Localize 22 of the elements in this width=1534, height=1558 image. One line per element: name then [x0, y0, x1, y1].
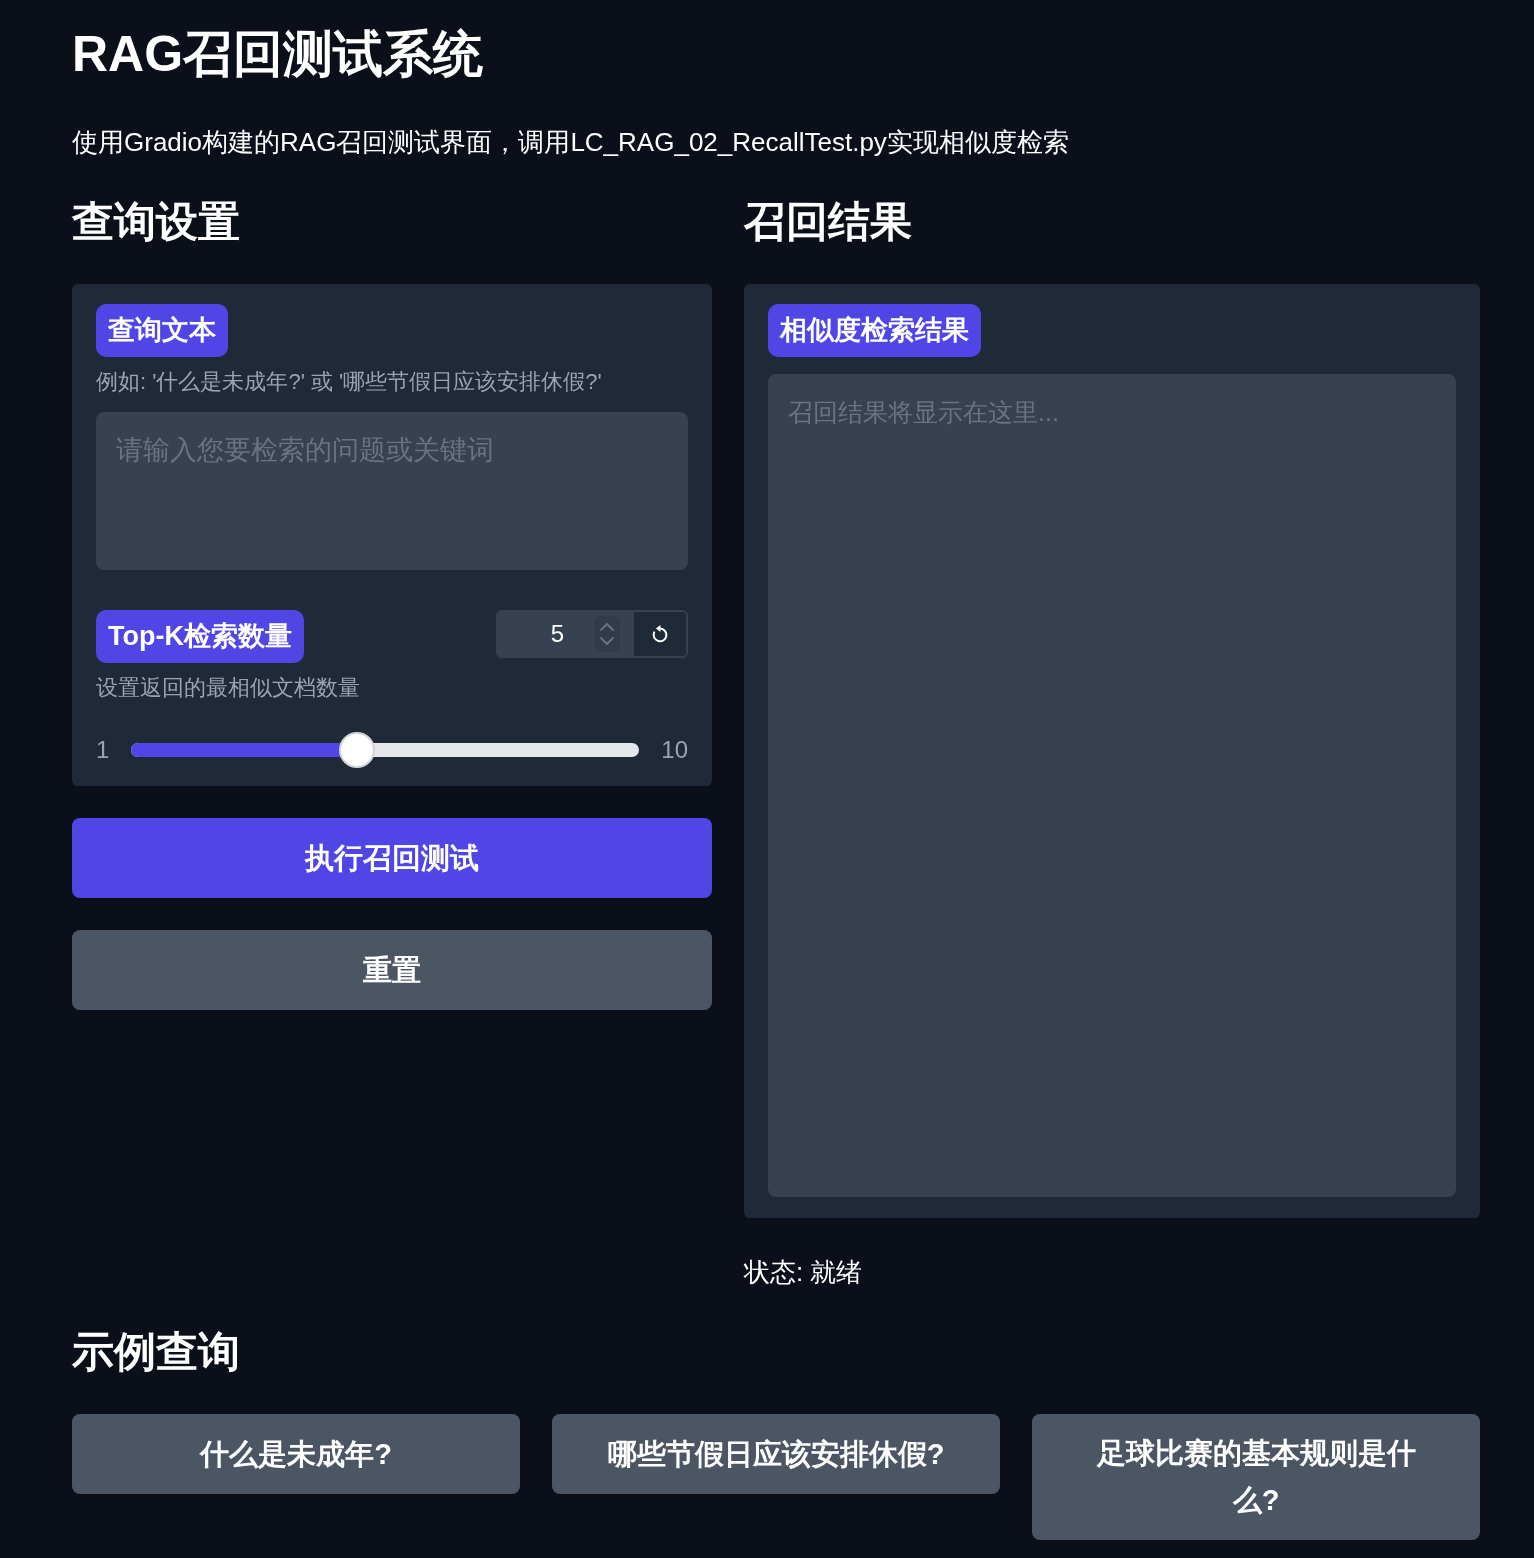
- example-query-button[interactable]: 哪些节假日应该安排休假?: [552, 1414, 1000, 1494]
- field-hint: 例如: '什么是未成年?' 或 '哪些节假日应该安排休假?': [96, 368, 603, 396]
- section-heading: 查询设置: [72, 197, 241, 247]
- slider-thumb[interactable]: [338, 732, 375, 768]
- reset-icon: [650, 624, 670, 644]
- run-test-button[interactable]: 执行召回测试: [72, 818, 712, 898]
- page-subtitle: 使用Gradio构建的RAG召回测试界面，调用LC_RAG_02_RecallTest.py实现相似度检索: [72, 126, 1070, 159]
- example-query-button[interactable]: 足球比赛的基本规则是什么?: [1032, 1414, 1480, 1540]
- example-query-button[interactable]: 什么是未成年?: [72, 1414, 520, 1494]
- field-hint: 设置返回的最相似文档数量: [96, 674, 361, 702]
- results-label: 相似度检索结果: [768, 304, 981, 357]
- page-title: RAG召回测试系统: [72, 25, 485, 84]
- reset-button[interactable]: 重置: [72, 930, 712, 1010]
- query-text-label: 查询文本: [96, 304, 228, 357]
- slider-track[interactable]: [131, 732, 640, 768]
- slider-min-label: 1: [96, 735, 110, 765]
- status-text: 状态: 就绪: [744, 1256, 864, 1289]
- section-heading: 召回结果: [744, 197, 913, 247]
- top-k-label: Top-K检索数量: [96, 610, 304, 663]
- number-field[interactable]: 5: [498, 612, 634, 656]
- slider-max-label: 10: [661, 735, 688, 765]
- section-heading: 示例查询: [72, 1327, 241, 1377]
